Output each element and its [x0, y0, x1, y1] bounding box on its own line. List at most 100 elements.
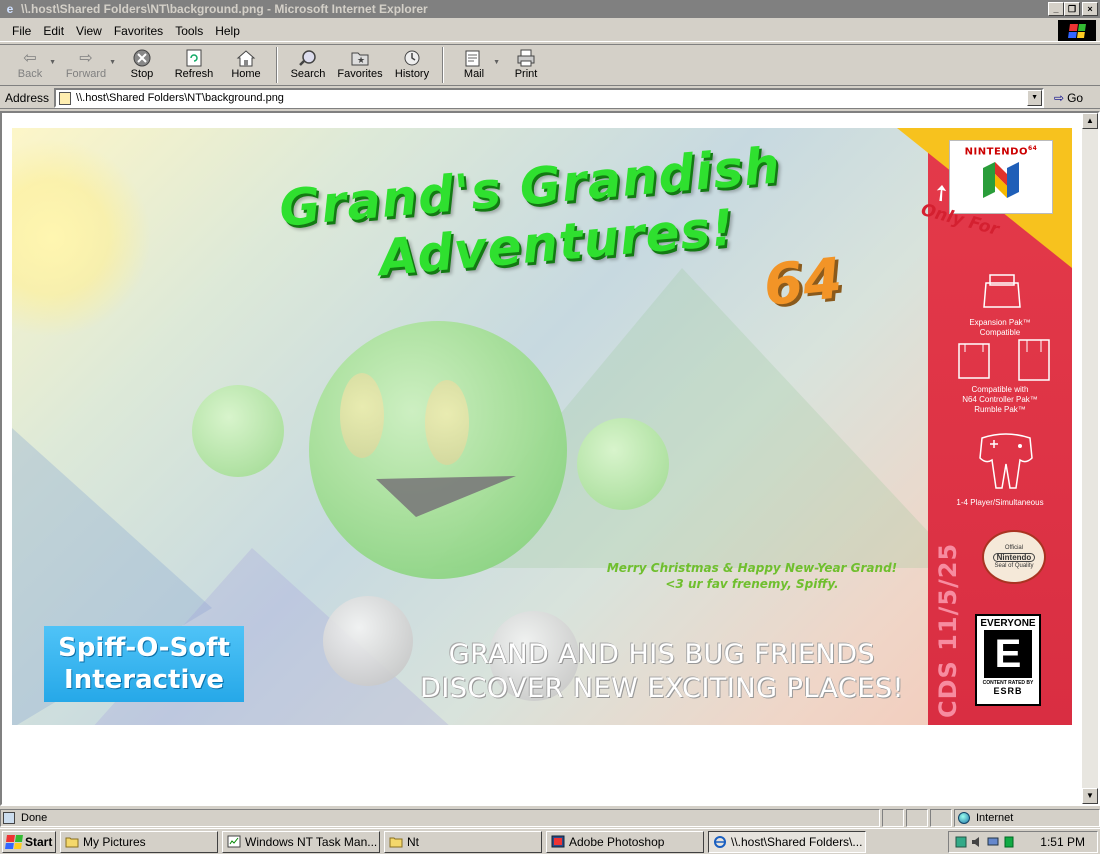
- volume-icon[interactable]: [971, 836, 983, 848]
- background-image: Grand's Grandish Adventures! 64 Merry Ch…: [12, 128, 1072, 725]
- print-button[interactable]: Print: [500, 45, 552, 85]
- controller-line2: N64 Controller Pak™: [962, 395, 1038, 404]
- go-button[interactable]: ⇨ Go: [1054, 91, 1083, 105]
- task-task-manager[interactable]: Windows NT Task Man...: [222, 830, 380, 853]
- ie-icon: [714, 836, 726, 848]
- printer-icon: [515, 48, 537, 68]
- title-bar[interactable]: e \\.host\Shared Folders\NT\background.p…: [0, 0, 1100, 18]
- forward-label: Forward: [65, 68, 107, 80]
- windows-throbber-logo: [1058, 20, 1096, 41]
- history-icon: [401, 48, 423, 68]
- status-main: Done: [0, 809, 880, 827]
- controller-line1: Compatible with: [971, 385, 1029, 394]
- folder-icon: [65, 837, 79, 848]
- mail-dropdown-icon[interactable]: ▼: [493, 59, 500, 66]
- mail-icon: [463, 48, 485, 68]
- folder-icon: [389, 837, 403, 848]
- sun-glow: [12, 138, 152, 338]
- back-arrow-icon: ⇦: [23, 50, 37, 67]
- vertical-scrollbar[interactable]: ▲ ▼: [1082, 113, 1098, 804]
- refresh-icon: [183, 48, 205, 68]
- page-icon: [59, 91, 72, 105]
- menu-tools[interactable]: Tools: [169, 22, 209, 40]
- go-arrow-icon: ⇨: [1054, 90, 1065, 105]
- refresh-label: Refresh: [174, 68, 214, 80]
- forward-dropdown-icon[interactable]: ▼: [109, 59, 116, 66]
- start-button[interactable]: Start: [2, 830, 56, 853]
- task-nt[interactable]: Nt: [384, 830, 542, 853]
- network-icon[interactable]: [955, 836, 967, 848]
- esrb-everyone: EVERYONE: [980, 618, 1036, 629]
- stop-icon: [131, 48, 153, 68]
- status-cell: [930, 809, 952, 827]
- address-label: Address: [5, 90, 50, 105]
- task-manager-icon: [227, 835, 241, 848]
- scroll-down-button[interactable]: ▼: [1082, 788, 1098, 804]
- maximize-button[interactable]: ❐: [1064, 2, 1080, 16]
- home-icon: [235, 48, 257, 68]
- back-label: Back: [17, 68, 43, 80]
- close-button[interactable]: ×: [1082, 2, 1098, 16]
- back-button[interactable]: ⇦ Back ▼: [4, 45, 56, 85]
- search-button[interactable]: Search: [282, 45, 334, 85]
- display-icon[interactable]: [987, 836, 999, 848]
- scroll-up-button[interactable]: ▲: [1082, 113, 1098, 129]
- address-dropdown-icon[interactable]: ▼: [1027, 89, 1043, 106]
- forward-button[interactable]: ⇨ Forward ▼: [56, 45, 116, 85]
- status-text: Done: [21, 812, 48, 824]
- address-input[interactable]: \\.host\Shared Folders\NT\background.png…: [54, 87, 1045, 108]
- tagline-line2: DISCOVER NEW EXCITING PLACES!: [420, 673, 904, 704]
- task-label: Nt: [407, 834, 419, 849]
- menu-edit[interactable]: Edit: [37, 22, 70, 40]
- task-photoshop[interactable]: Adobe Photoshop: [546, 830, 704, 853]
- browser-content: Grand's Grandish Adventures! 64 Merry Ch…: [0, 111, 1100, 806]
- favorites-folder-icon: ★: [349, 48, 371, 68]
- home-button[interactable]: Home: [220, 45, 272, 85]
- zone-label: Internet: [976, 812, 1014, 824]
- character-left-eye: [340, 373, 384, 458]
- back-dropdown-icon[interactable]: ▼: [49, 59, 56, 66]
- history-button[interactable]: History: [386, 45, 438, 85]
- mail-button[interactable]: Mail ▼: [448, 45, 500, 85]
- task-internet-explorer[interactable]: \\.host\Shared Folders\...: [708, 830, 866, 853]
- task-my-pictures[interactable]: My Pictures: [60, 830, 218, 853]
- expansion-pak-text: Expansion Pak™ Compatible: [940, 318, 1060, 338]
- controller-line3: Rumble Pak™: [974, 405, 1026, 414]
- security-zone[interactable]: Internet: [954, 809, 1100, 827]
- menu-bar: File Edit View Favorites Tools Help: [0, 20, 1100, 42]
- svg-text:★: ★: [357, 55, 365, 65]
- clock[interactable]: 1:51 PM: [1040, 835, 1085, 849]
- cds-date: CDS 11/5/25: [934, 542, 962, 718]
- go-label: Go: [1067, 90, 1084, 105]
- favorites-button[interactable]: ★ Favorites: [334, 45, 386, 85]
- menu-help[interactable]: Help: [209, 22, 246, 40]
- tagline: GRAND AND HIS BUG FRIENDS DISCOVER NEW E…: [392, 638, 932, 706]
- menu-view[interactable]: View: [70, 22, 108, 40]
- ie-icon: e: [6, 2, 14, 16]
- rumble-pak-icon: [1015, 338, 1053, 382]
- internet-globe-icon: [958, 812, 970, 824]
- expansion-line2: Compatible: [979, 328, 1021, 337]
- stop-button[interactable]: Stop: [116, 45, 168, 85]
- toolbar: ⇦ Back ▼ ⇨ Forward ▼ Stop Refresh Home S…: [0, 44, 1100, 86]
- controller-pak-icon: [957, 340, 993, 380]
- character-right-arm: [577, 418, 669, 510]
- tagline-line1: GRAND AND HIS BUG FRIENDS: [448, 639, 876, 670]
- status-cell: [882, 809, 904, 827]
- status-green-icon[interactable]: [1003, 836, 1015, 848]
- controller-icon: [976, 428, 1036, 492]
- menu-favorites[interactable]: Favorites: [108, 22, 169, 40]
- windows-flag-icon: [1068, 23, 1086, 38]
- menu-file[interactable]: File: [6, 22, 37, 40]
- message-line1: Merry Christmas & Happy New-Year Grand!: [606, 561, 898, 575]
- windows-flag-icon: [5, 834, 23, 849]
- nintendo-logo-text: NINTENDO64: [964, 145, 1038, 158]
- toolbar-separator: [276, 47, 278, 83]
- controller-pak-text: Compatible with N64 Controller Pak™ Rumb…: [940, 385, 1060, 415]
- minimize-button[interactable]: _: [1048, 2, 1064, 16]
- character-right-eye: [425, 380, 469, 465]
- n64-cube-icon: [981, 160, 1021, 200]
- refresh-button[interactable]: Refresh: [168, 45, 220, 85]
- expansion-line1: Expansion Pak™: [969, 318, 1031, 327]
- nintendo-seal-of-quality: Official Nintendo Seal of Quality: [982, 530, 1046, 584]
